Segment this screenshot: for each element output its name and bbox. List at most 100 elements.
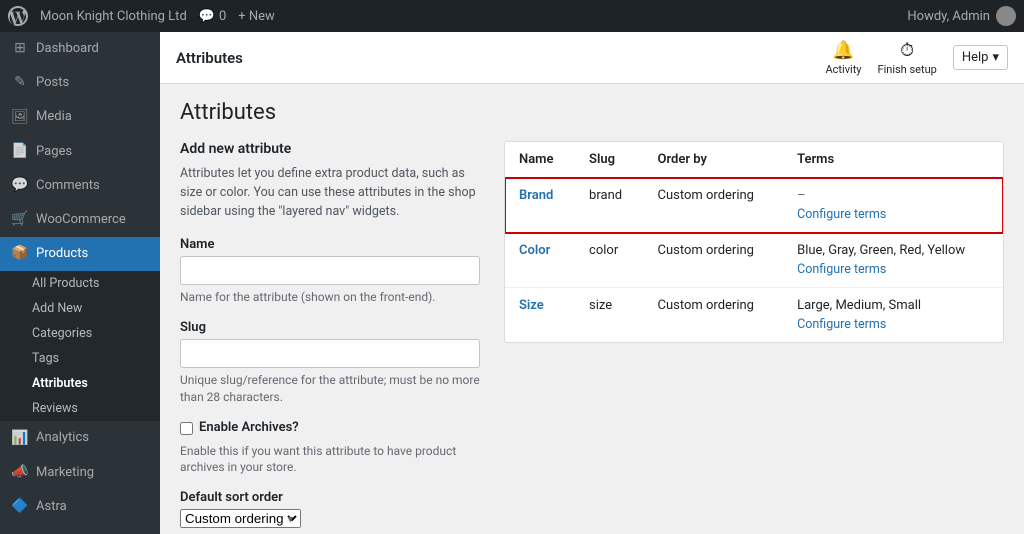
user-info: Howdy, Admin [907,6,1016,26]
marketing-icon: 📣 [12,465,28,481]
bubble-icon: 💬 [199,9,215,24]
attributes-layout: Add new attribute Attributes let you def… [180,141,1004,534]
comments-link[interactable]: 💬 0 [199,9,227,24]
attribute-order-color: Custom ordering [644,233,784,288]
slug-input[interactable] [180,339,480,368]
form-description: Attributes let you define extra product … [180,165,480,221]
name-hint: Name for the attribute (shown on the fro… [180,289,480,306]
sidebar-label-dashboard: Dashboard [36,40,99,58]
attribute-slug-size: size [575,288,643,343]
attribute-order-size: Custom ordering [644,288,784,343]
activity-button[interactable]: 🔔 Activity [825,40,861,76]
comments-icon: 💬 [12,178,28,194]
analytics-icon: 📊 [12,430,28,446]
sidebar-item-analytics[interactable]: 📊 Analytics [0,421,160,455]
sort-order-select-wrapper: Custom ordering Name Name (numeric) Term… [180,509,301,528]
activity-icon: 🔔 [832,40,854,61]
col-order-by: Order by [644,142,784,178]
terms-text-color: Blue, Gray, Green, Red, Yellow [797,243,965,258]
enable-archives-label: Enable Archives? [199,420,299,435]
sidebar-item-comments[interactable]: 💬 Comments [0,169,160,203]
table-row: SizesizeCustom orderingLarge, Medium, Sm… [505,288,1003,343]
admin-bar: Moon Knight Clothing Ltd 💬 0 + New Howdy… [0,0,1024,32]
sidebar-item-woocommerce[interactable]: 🛒 WooCommerce [0,203,160,237]
new-content-link[interactable]: + New [238,9,275,24]
page-header: Attributes 🔔 Activity ⏱ Finish setup Hel… [160,32,1024,84]
attribute-order-brand: Custom ordering [644,178,784,233]
sidebar-item-posts[interactable]: ✎ Posts [0,66,160,100]
page-header-title: Attributes [176,49,243,67]
finish-setup-button[interactable]: ⏱ Finish setup [878,40,937,76]
site-name: Moon Knight Clothing Ltd [40,9,187,24]
sidebar-item-dashboard[interactable]: ⊞ Dashboard [0,32,160,66]
form-heading: Add new attribute [180,141,480,157]
sidebar-label-woocommerce: WooCommerce [36,211,126,229]
avatar [996,6,1016,26]
page-wrap: Attributes Add new attribute Attributes … [160,84,1024,534]
submenu-categories[interactable]: Categories [0,321,160,346]
products-icon: 📦 [12,246,28,262]
configure-terms-link-brand[interactable]: Configure terms [797,207,989,222]
header-actions: 🔔 Activity ⏱ Finish setup Help ▾ [825,40,1008,76]
terms-text-size: Large, Medium, Small [797,298,921,313]
name-field: Name Name for the attribute (shown on th… [180,237,480,306]
enable-archives-checkbox[interactable] [180,422,193,435]
sidebar-label-marketing: Marketing [36,464,94,482]
woocommerce-icon: 🛒 [12,212,28,228]
slug-label: Slug [180,320,480,335]
enable-archives-desc: Enable this if you want this attribute t… [180,443,480,477]
sidebar-label-comments: Comments [36,177,100,195]
table-row: Brand brandCustom ordering– Configure term… [505,178,1003,233]
pages-icon: 📄 [12,144,28,160]
attribute-terms-size: Large, Medium, Small Configure terms [783,288,1003,343]
configure-terms-link-color[interactable]: Configure terms [797,262,989,277]
attributes-table-wrap: Name Slug Order by Terms Brand brandCusto… [504,141,1004,343]
table-row: Color colorCustom ordering Blue, Gray, Gre… [505,233,1003,288]
dashboard-icon: ⊞ [12,41,28,57]
sidebar-item-astra[interactable]: 🔷 Astra [0,490,160,524]
sort-order-field: Default sort order Custom ordering Name … [180,490,480,528]
submenu-add-new[interactable]: Add New [0,296,160,321]
add-attribute-form: Add new attribute Attributes let you def… [180,141,480,534]
sort-order-select[interactable]: Custom ordering Name Name (numeric) Term… [180,509,301,528]
products-submenu: All Products Add New Categories Tags Att… [0,271,160,421]
col-slug: Slug [575,142,643,178]
attribute-slug-color: color [575,233,643,288]
attribute-name-link-brand[interactable]: Brand [519,188,553,203]
finish-setup-icon: ⏱ [900,40,914,61]
sidebar-item-media[interactable]: 🖼 Media [0,100,160,134]
sidebar-label-pages: Pages [36,143,72,161]
chevron-down-icon: ▾ [992,50,999,65]
attribute-name-link-color[interactable]: Color [519,243,550,258]
sidebar-label-products: Products [36,245,88,263]
submenu-all-products[interactable]: All Products [0,271,160,296]
name-label: Name [180,237,480,252]
sidebar-item-marketing[interactable]: 📣 Marketing [0,456,160,490]
help-button[interactable]: Help ▾ [953,45,1008,70]
sidebar-item-products[interactable]: 📦 Products [0,237,160,271]
table-header-row: Name Slug Order by Terms [505,142,1003,178]
submenu-tags[interactable]: Tags [0,346,160,371]
col-name: Name [505,142,575,178]
slug-hint: Unique slug/reference for the attribute;… [180,372,480,406]
sidebar-label-media: Media [36,108,72,126]
attribute-name-link-size[interactable]: Size [519,298,544,313]
terms-text-brand: – [797,188,806,203]
configure-terms-link-size[interactable]: Configure terms [797,317,989,332]
media-icon: 🖼 [12,109,28,125]
sidebar-label-analytics: Analytics [36,429,89,447]
astra-icon: 🔷 [12,499,28,515]
sort-order-label: Default sort order [180,490,480,505]
submenu-attributes[interactable]: Attributes [0,371,160,396]
name-input[interactable] [180,256,480,285]
sidebar-item-pages[interactable]: 📄 Pages [0,135,160,169]
enable-archives-row: Enable Archives? [180,420,480,435]
admin-sidebar: ⊞ Dashboard ✎ Posts 🖼 Media 📄 Pages 💬 Co… [0,32,160,534]
sidebar-label-posts: Posts [36,74,69,92]
submenu-reviews[interactable]: Reviews [0,396,160,421]
page-title: Attributes [180,100,1004,125]
slug-field: Slug Unique slug/reference for the attri… [180,320,480,406]
attribute-slug-brand: brand [575,178,643,233]
wordpress-logo [8,6,28,26]
posts-icon: ✎ [12,75,28,91]
